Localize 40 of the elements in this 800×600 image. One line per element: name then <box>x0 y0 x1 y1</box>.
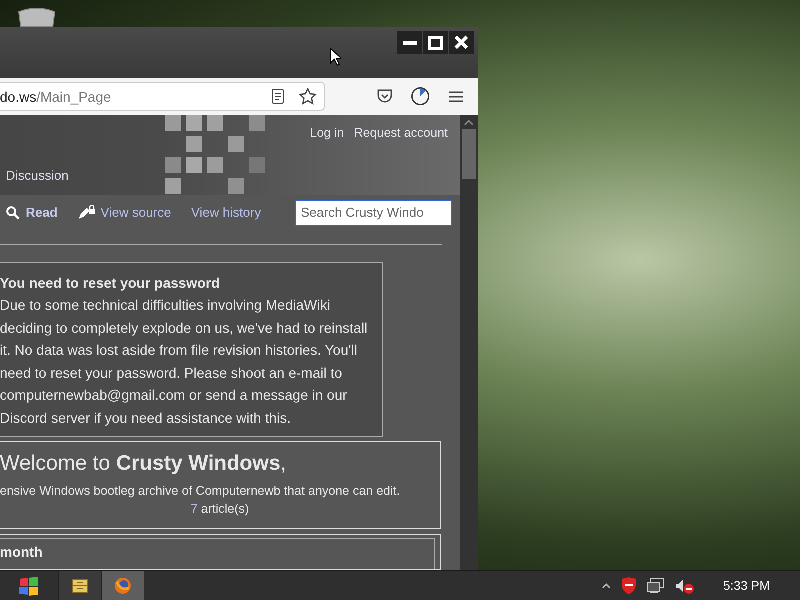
volume-muted-icon[interactable] <box>675 578 696 594</box>
login-link[interactable]: Log in <box>310 126 344 140</box>
minimize-button[interactable] <box>397 31 422 54</box>
view-tab[interactable]: Read <box>6 205 58 220</box>
windows-logo-icon <box>18 576 40 596</box>
mouse-cursor-icon <box>330 48 341 66</box>
welcome-subtitle: ensive Windows bootleg archive of Computernewb that anyone can edit. <box>0 484 402 498</box>
request-account-link[interactable]: Request account <box>354 126 448 140</box>
notice-text: Due to some technical difficulties involving MediaWiki deciding to completely explode on us, we've had to reinstall it. No data was lost aside from file revision histories. You'll need to reset your password. Please shoot an e-mail to computernewbab@gmail.com or send a message in our Discord server if you need assistance with this. <box>0 296 369 428</box>
star-icon[interactable] <box>298 86 318 106</box>
taskbar-app-button[interactable] <box>101 571 144 600</box>
maximize-icon <box>428 36 443 50</box>
show-hidden-icons-icon[interactable] <box>602 582 612 588</box>
welcome-title: Welcome to Crusty Windows, <box>0 452 286 475</box>
network-icon[interactable] <box>647 578 666 594</box>
article-count-text: 7 article(s) <box>190 502 250 516</box>
trash-bin-icon[interactable] <box>18 8 56 27</box>
view-tab[interactable]: View history <box>191 205 262 220</box>
minimize-icon <box>402 40 416 44</box>
address-bar[interactable]: do.ws/Main_Page <box>0 82 325 111</box>
section-heading: month <box>0 543 44 560</box>
url-text: do.ws/Main_Page <box>0 88 112 104</box>
scrollbar[interactable] <box>460 115 478 570</box>
close-icon <box>454 35 469 50</box>
notice-title: You need to reset your password <box>0 274 221 293</box>
search-icon <box>6 206 20 220</box>
search-field[interactable]: Search Crusty Windo <box>295 200 452 226</box>
shield-icon[interactable] <box>621 576 638 594</box>
discussion-tab[interactable]: Discussion <box>6 168 69 183</box>
firefox-icon <box>114 576 132 594</box>
pencil-lock-icon <box>78 205 95 220</box>
clock-time[interactable]: 5:33 PM <box>723 578 770 592</box>
view-tab[interactable]: View source <box>78 205 172 220</box>
close-button[interactable] <box>449 31 474 54</box>
scroll-up-icon[interactable] <box>464 119 474 127</box>
taskbar-app-button[interactable] <box>58 571 101 600</box>
clock-icon[interactable] <box>410 86 430 106</box>
maximize-button[interactable] <box>423 31 448 54</box>
scroll-thumb[interactable] <box>462 129 476 179</box>
article-count-link[interactable]: 7 <box>190 502 198 516</box>
